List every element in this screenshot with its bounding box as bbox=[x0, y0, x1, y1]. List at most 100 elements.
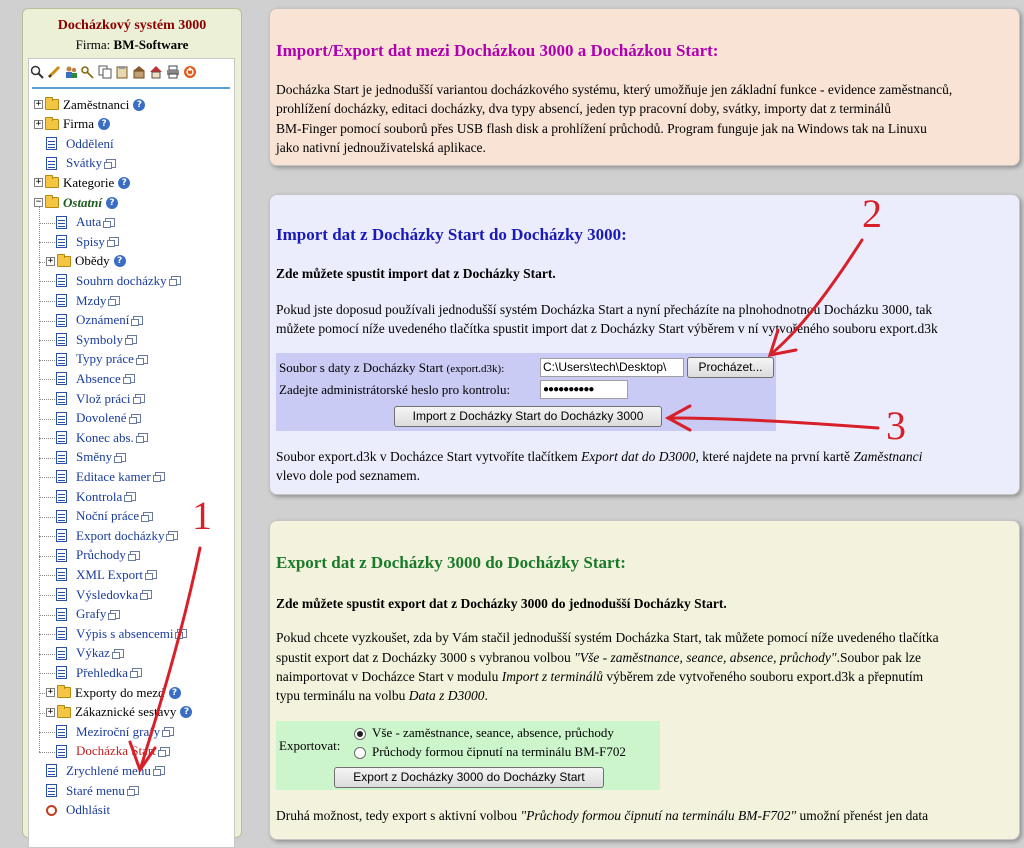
new-window-icon[interactable] bbox=[152, 766, 165, 777]
new-window-icon[interactable] bbox=[129, 668, 142, 679]
expand-icon[interactable]: + bbox=[34, 178, 43, 188]
menu-item[interactable]: Editace kamer bbox=[56, 467, 165, 486]
new-window-icon[interactable] bbox=[132, 394, 145, 404]
menu-item[interactable]: + Zaměstnanci? bbox=[34, 95, 146, 114]
menu-item[interactable]: Dovolené bbox=[56, 409, 141, 428]
menu-item[interactable]: Auta bbox=[56, 213, 116, 232]
tree-branch bbox=[39, 732, 55, 734]
menu-item[interactable]: Noční práce bbox=[56, 507, 154, 526]
radio-passages[interactable] bbox=[354, 747, 366, 759]
new-window-icon[interactable] bbox=[145, 570, 158, 581]
menu-item[interactable]: − Ostatní? bbox=[34, 193, 119, 212]
expand-icon[interactable]: + bbox=[34, 119, 43, 129]
menu-item[interactable]: Typy práce bbox=[56, 350, 148, 369]
new-window-icon[interactable] bbox=[108, 296, 121, 306]
expand-icon[interactable]: + bbox=[46, 256, 55, 266]
help-icon[interactable]: ? bbox=[180, 706, 193, 719]
help-icon[interactable]: ? bbox=[168, 686, 181, 699]
new-window-icon[interactable] bbox=[135, 433, 148, 444]
menu-item[interactable]: + Firma? bbox=[34, 115, 111, 134]
menu-item[interactable]: + Zákaznické sestavy? bbox=[46, 703, 193, 722]
new-window-icon[interactable] bbox=[106, 237, 119, 248]
new-window-icon[interactable] bbox=[127, 550, 140, 561]
browse-button[interactable]: Procházet... bbox=[687, 357, 774, 378]
menu-item[interactable]: Výpis s absencemi bbox=[56, 624, 188, 643]
menu-item[interactable]: Souhrn docházky bbox=[56, 271, 181, 290]
new-window-icon[interactable] bbox=[162, 727, 175, 738]
clipboard-icon[interactable] bbox=[115, 65, 129, 79]
help-icon[interactable]: ? bbox=[113, 255, 126, 268]
menu-item[interactable]: Konec abs. bbox=[56, 428, 148, 447]
menu-item[interactable]: Kontrola bbox=[56, 487, 137, 506]
new-window-icon[interactable] bbox=[157, 746, 170, 757]
new-window-icon[interactable] bbox=[131, 315, 144, 326]
menu-item[interactable]: Zrychlené menu bbox=[46, 761, 165, 780]
new-window-icon[interactable] bbox=[168, 276, 181, 287]
printer-icon[interactable] bbox=[166, 65, 180, 79]
menu-item[interactable]: Směny bbox=[56, 448, 127, 467]
new-window-icon[interactable] bbox=[122, 374, 135, 385]
new-window-icon[interactable] bbox=[175, 629, 188, 640]
intro-line-4: jako nativní jednouživatelská aplikace. bbox=[276, 140, 486, 155]
menu-item[interactable]: Výkaz bbox=[56, 644, 124, 663]
new-window-icon[interactable] bbox=[126, 786, 139, 796]
building-icon[interactable] bbox=[132, 65, 146, 79]
menu-item[interactable]: Svátky bbox=[46, 154, 117, 173]
new-window-icon[interactable] bbox=[104, 158, 117, 169]
menu-item[interactable]: Oddělení bbox=[46, 134, 114, 153]
menu-item[interactable]: Přehledka bbox=[56, 663, 142, 682]
pencil-icon[interactable] bbox=[47, 65, 61, 79]
new-window-icon[interactable] bbox=[103, 217, 116, 228]
new-window-icon[interactable] bbox=[166, 531, 179, 542]
menu-item[interactable]: Odhlásit bbox=[46, 801, 110, 820]
menu-item[interactable]: Oznámení bbox=[56, 311, 144, 330]
menu-item[interactable]: XML Export bbox=[56, 565, 158, 584]
menu-item[interactable]: Docházka Start bbox=[56, 742, 170, 761]
page-icon bbox=[56, 333, 67, 347]
menu-item[interactable]: Výsledovka bbox=[56, 585, 153, 604]
menu-item[interactable]: Průchody bbox=[56, 546, 140, 565]
new-window-icon[interactable] bbox=[124, 335, 137, 346]
help-icon[interactable]: ? bbox=[133, 98, 146, 111]
menu-item[interactable]: Mzdy bbox=[56, 291, 121, 310]
export-button[interactable]: Export z Docházky 3000 do Docházky Start bbox=[334, 767, 604, 788]
new-window-icon[interactable] bbox=[111, 648, 124, 659]
menu-item[interactable]: Symboly bbox=[56, 330, 137, 349]
power-icon[interactable] bbox=[183, 65, 197, 79]
new-window-icon[interactable] bbox=[152, 472, 165, 483]
new-window-icon[interactable] bbox=[140, 590, 153, 600]
users-icon[interactable] bbox=[64, 65, 78, 79]
file-input[interactable]: C:\Users\tech\Desktop\ bbox=[540, 358, 684, 377]
menu-item[interactable]: Vlož práci bbox=[56, 389, 145, 408]
radio-all[interactable] bbox=[354, 728, 366, 740]
help-icon[interactable]: ? bbox=[106, 196, 119, 209]
new-window-icon[interactable] bbox=[141, 511, 154, 522]
expand-icon[interactable]: + bbox=[46, 688, 55, 697]
expand-icon[interactable]: + bbox=[46, 707, 55, 717]
new-window-icon[interactable] bbox=[128, 413, 141, 424]
menu-item[interactable]: Spisy bbox=[56, 232, 119, 251]
new-window-icon[interactable] bbox=[114, 452, 127, 463]
menu-item[interactable]: Export docházky bbox=[56, 526, 179, 545]
new-window-icon[interactable] bbox=[108, 609, 121, 620]
password-input[interactable]: ●●●●●●●●●● bbox=[540, 380, 628, 399]
new-window-icon[interactable] bbox=[124, 492, 137, 502]
menu-item[interactable]: Meziroční grafy bbox=[56, 722, 175, 741]
search-icon[interactable] bbox=[30, 65, 44, 79]
import-button[interactable]: Import z Docházky Start do Docházky 3000 bbox=[394, 406, 662, 427]
copy-icon[interactable] bbox=[98, 65, 112, 79]
menu-item[interactable]: + Exporty do mezd? bbox=[46, 683, 181, 702]
house-icon[interactable] bbox=[149, 65, 163, 79]
new-window-icon[interactable] bbox=[135, 354, 148, 365]
key-icon[interactable] bbox=[81, 65, 95, 79]
menu-item[interactable]: + Obědy? bbox=[46, 252, 126, 271]
expand-icon[interactable]: − bbox=[34, 198, 43, 207]
menu-item[interactable]: Absence bbox=[56, 369, 135, 388]
menu-item[interactable]: Staré menu bbox=[46, 781, 139, 800]
expand-icon[interactable]: + bbox=[34, 100, 43, 109]
menu-item[interactable]: Grafy bbox=[56, 605, 121, 624]
help-icon[interactable]: ? bbox=[118, 176, 131, 189]
menu-item-label: Docházka Start bbox=[76, 743, 156, 759]
menu-item[interactable]: + Kategorie? bbox=[34, 173, 131, 192]
help-icon[interactable]: ? bbox=[98, 118, 111, 131]
